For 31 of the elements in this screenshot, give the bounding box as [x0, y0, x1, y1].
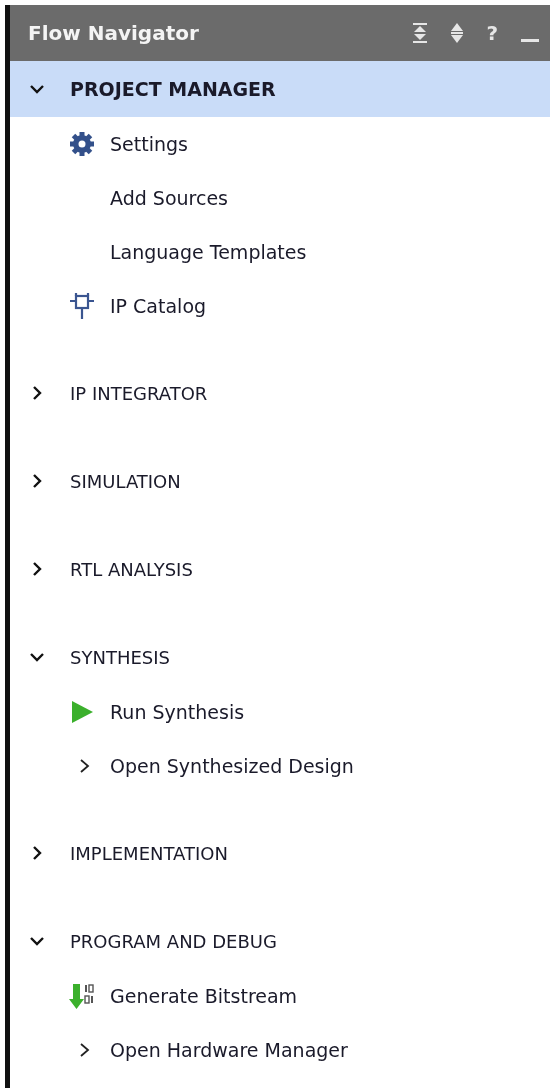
nav-item[interactable]: IP Catalog	[110, 295, 207, 317]
section-header[interactable]: IMPLEMENTATION	[10, 825, 550, 881]
section-label: SYNTHESIS	[70, 646, 170, 668]
nav-item[interactable]: Run Synthesis	[110, 701, 245, 723]
section-header[interactable]: PROGRAM AND DEBUG	[10, 913, 550, 969]
nav-item[interactable]: Generate Bitstream	[110, 985, 298, 1007]
nav-item[interactable]: Open Synthesized Design	[110, 755, 354, 777]
section-label: PROGRAM AND DEBUG	[70, 930, 277, 952]
nav-item[interactable]: Settings	[110, 133, 188, 155]
nav-item[interactable]: Add Sources	[110, 187, 228, 209]
chip-icon	[68, 292, 96, 320]
section-label: PROJECT MANAGER	[70, 78, 276, 100]
nav-item[interactable]: Open Hardware Manager	[110, 1039, 348, 1061]
section-header[interactable]: SIMULATION	[10, 453, 550, 509]
section-header[interactable]: PROJECT MANAGER	[10, 61, 550, 117]
gear-icon	[68, 130, 96, 158]
download-arrow-icon[interactable]	[68, 982, 96, 1010]
expand-all-icon[interactable]	[450, 22, 465, 44]
section-label: IMPLEMENTATION	[70, 842, 228, 864]
section-label: RTL ANALYSIS	[70, 558, 193, 580]
section-header[interactable]: SYNTHESIS	[10, 629, 550, 685]
section-label: IP INTEGRATOR	[70, 382, 208, 404]
section-header[interactable]: RTL ANALYSIS	[10, 541, 550, 597]
nav-item[interactable]: Language Templates	[110, 241, 307, 263]
section-label: SIMULATION	[70, 470, 181, 492]
chevron-right-icon[interactable]	[78, 757, 92, 775]
panel-title: Flow Navigator	[28, 21, 200, 45]
section-header[interactable]: IP INTEGRATOR	[10, 365, 550, 421]
help-button[interactable]: ?	[486, 21, 498, 45]
collapse-all-icon[interactable]	[412, 22, 429, 44]
chevron-right-icon[interactable]	[78, 1041, 92, 1059]
